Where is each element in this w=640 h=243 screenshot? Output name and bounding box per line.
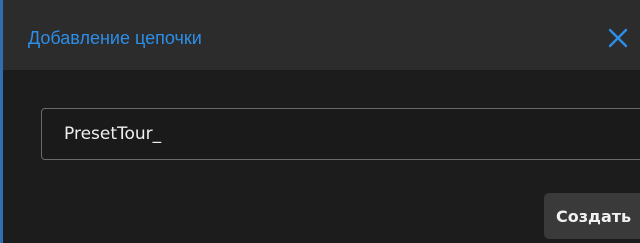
dialog-body: Создать (3, 70, 640, 243)
dialog-titlebar: Добавление цепочки (3, 0, 640, 70)
create-button[interactable]: Создать (544, 193, 640, 239)
chain-name-input[interactable] (41, 108, 640, 160)
dialog-title: Добавление цепочки (28, 28, 202, 48)
add-chain-dialog: Добавление цепочки Создать (0, 0, 640, 243)
close-icon[interactable] (606, 26, 630, 50)
